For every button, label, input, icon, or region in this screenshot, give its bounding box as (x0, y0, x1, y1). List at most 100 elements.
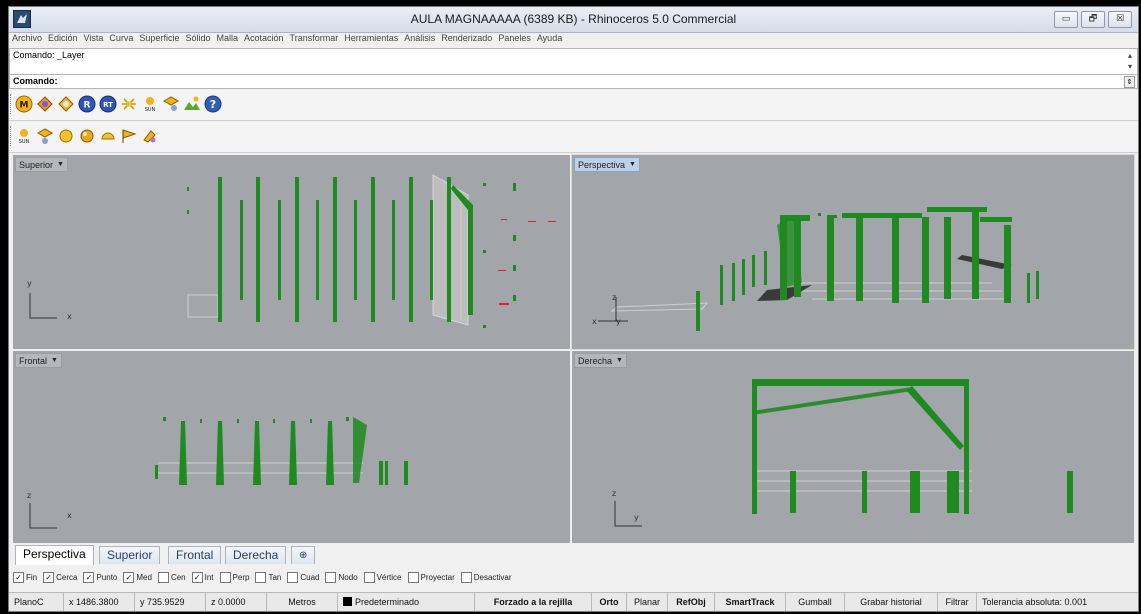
maxwell-icon[interactable]: M (15, 95, 33, 113)
dropdown-arrow-icon[interactable]: ▼ (616, 357, 623, 364)
tab-frontal[interactable]: Frontal (168, 546, 222, 564)
command-line[interactable]: Comando: ⇕ (9, 74, 1138, 89)
checkbox-checked-icon[interactable]: ✓ (13, 571, 24, 583)
checkbox-unchecked-icon[interactable] (325, 571, 337, 583)
osnap-vertice[interactable]: Vértice (363, 571, 402, 583)
status-gumball[interactable]: Gumball (786, 593, 845, 611)
title-bar[interactable]: AULA MAGNAAAAA (6389 KB) - Rhinoceros 5.… (9, 7, 1138, 33)
help-icon[interactable]: ? (204, 95, 222, 113)
status-planar[interactable]: Planar (627, 593, 668, 611)
add-tab-button[interactable]: ⊕ (291, 546, 316, 564)
status-osnap[interactable]: RefObj (668, 593, 715, 611)
menu-bar: Archivo Edición Vista Curva Superficie S… (9, 33, 1138, 47)
render-rt-icon[interactable]: RT (99, 95, 117, 113)
menu-herramientas[interactable]: Herramientas (344, 33, 398, 47)
toolbar-grip[interactable] (10, 126, 13, 146)
dropdown-arrow-icon[interactable]: ▼ (51, 357, 58, 364)
checkbox-unchecked-icon[interactable] (460, 571, 472, 583)
tab-perspectiva[interactable]: Perspectiva (15, 545, 94, 565)
viewport-superior[interactable]: Superior ▼ y x (13, 155, 570, 349)
viewport-derecha[interactable]: Derecha ▼ z y (572, 351, 1134, 543)
osnap-nodo[interactable]: Nodo (325, 571, 358, 583)
command-history[interactable]: Comando: _Layer ▴ ▾ (9, 48, 1138, 76)
menu-curva[interactable]: Curva (109, 33, 133, 47)
dropdown-arrow-icon[interactable]: ▼ (629, 161, 636, 168)
viewport-perspectiva[interactable]: Perspectiva ▼ z x y (571, 154, 1135, 350)
osnap-cen[interactable]: Cen (157, 571, 186, 583)
checkbox-unchecked-icon[interactable] (255, 571, 267, 583)
minimize-button[interactable]: ▭ (1054, 11, 1078, 28)
viewport-label-superior[interactable]: Superior ▼ (15, 157, 68, 172)
checkbox-unchecked-icon[interactable] (157, 571, 169, 583)
maximize-button[interactable]: 🗗 (1081, 11, 1105, 28)
render-r-letter: R (84, 101, 91, 111)
osnap-cerca[interactable]: ✓ Cerca (43, 571, 77, 583)
hemisphere-icon[interactable] (99, 127, 117, 145)
osnap-perp[interactable]: Perp (219, 571, 249, 583)
osnap-int[interactable]: ✓ Int (191, 571, 214, 583)
command-spinner-icon[interactable]: ⇕ (1124, 76, 1135, 88)
viewport-frontal[interactable]: Frontal ▼ z x (13, 351, 570, 543)
status-layer[interactable]: Predeterminado (338, 593, 475, 611)
status-smarttrack[interactable]: SmartTrack (715, 593, 786, 611)
status-grid-snap[interactable]: Forzado a la rejilla (475, 593, 592, 611)
menu-superficie[interactable]: Superficie (139, 33, 179, 47)
checkbox-unchecked-icon[interactable] (363, 571, 375, 583)
checkbox-checked-icon[interactable]: ✓ (83, 571, 95, 583)
status-filter[interactable]: Filtrar (938, 593, 977, 611)
material-picker-icon[interactable] (141, 127, 159, 145)
menu-transformar[interactable]: Transformar (290, 33, 339, 47)
render-r-icon[interactable]: R (78, 95, 96, 113)
sun-icon[interactable]: SUN (141, 95, 159, 113)
sphere-orange-icon[interactable] (78, 127, 96, 145)
dropdown-arrow-icon[interactable]: ▼ (57, 161, 64, 168)
osnap-proyectar[interactable]: Proyectar (407, 571, 455, 583)
emitter-small-icon[interactable] (36, 127, 54, 145)
scroll-up-icon[interactable]: ▴ (1125, 51, 1135, 61)
osnap-desactivar[interactable]: Desactivar (460, 571, 512, 583)
scroll-down-icon[interactable]: ▾ (1125, 62, 1135, 72)
checkbox-unchecked-icon[interactable] (287, 571, 299, 583)
viewport-label-frontal[interactable]: Frontal ▼ (15, 353, 62, 368)
sphere-yellow-icon[interactable] (57, 127, 75, 145)
toolbar-grip[interactable] (10, 94, 13, 114)
viewport-label-derecha[interactable]: Derecha ▼ (574, 353, 627, 368)
axis-z-label: z (612, 489, 617, 498)
menu-archivo[interactable]: Archivo (12, 33, 42, 47)
emitter-icon[interactable] (162, 95, 180, 113)
menu-ayuda[interactable]: Ayuda (537, 33, 562, 47)
menu-vista[interactable]: Vista (84, 33, 104, 47)
status-units[interactable]: Metros (267, 593, 338, 611)
menu-edicion[interactable]: Edición (48, 33, 78, 47)
status-ortho[interactable]: Orto (592, 593, 627, 611)
sun-small-icon[interactable]: SUN (15, 127, 33, 145)
tab-derecha[interactable]: Derecha (225, 546, 287, 564)
environment-icon[interactable] (183, 95, 201, 113)
tab-superior[interactable]: Superior (99, 546, 161, 564)
osnap-punto[interactable]: ✓ Punto (83, 571, 117, 583)
flag-icon[interactable] (120, 127, 138, 145)
material-tag-orange-icon[interactable] (57, 95, 75, 113)
osnap-cuad[interactable]: Cuad (287, 571, 319, 583)
osnap-med[interactable]: ✓ Med (123, 571, 152, 583)
checkbox-unchecked-icon[interactable] (407, 571, 419, 583)
osnap-fin[interactable]: ✓ Fin (13, 571, 37, 583)
menu-acotacion[interactable]: Acotación (244, 33, 284, 47)
checkbox-checked-icon[interactable]: ✓ (43, 571, 55, 583)
viewport-label-perspectiva[interactable]: Perspectiva ▼ (574, 157, 640, 172)
checkbox-checked-icon[interactable]: ✓ (191, 571, 203, 583)
menu-malla[interactable]: Malla (216, 33, 238, 47)
checkbox-unchecked-icon[interactable] (219, 571, 231, 583)
menu-paneles[interactable]: Paneles (498, 33, 531, 47)
osnap-tan[interactable]: Tan (255, 571, 281, 583)
light-ies-icon[interactable] (120, 95, 138, 113)
close-button[interactable]: ☒ (1108, 11, 1132, 28)
viewport-title: Derecha (578, 355, 613, 366)
menu-renderizado[interactable]: Renderizado (441, 33, 492, 47)
status-plane[interactable]: PlanoC (9, 593, 64, 611)
checkbox-checked-icon[interactable]: ✓ (123, 571, 135, 583)
menu-analisis[interactable]: Análisis (404, 33, 435, 47)
menu-solido[interactable]: Sólido (185, 33, 210, 47)
status-record-history[interactable]: Grabar historial (845, 593, 938, 611)
material-tag-icon[interactable] (36, 95, 54, 113)
